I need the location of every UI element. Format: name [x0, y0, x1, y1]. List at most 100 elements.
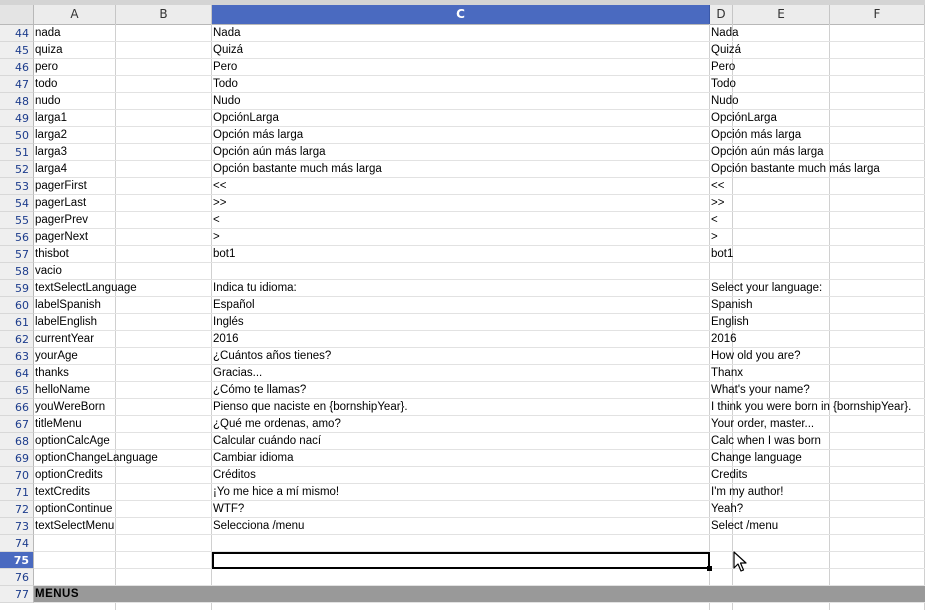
cell-d[interactable]: Opción aún más larga [711, 144, 925, 160]
column-header-a[interactable]: A [34, 5, 116, 24]
row-header[interactable]: 51 [0, 144, 34, 161]
cell-c[interactable]: Indica tu idioma: [213, 280, 707, 296]
cell-c[interactable]: >> [213, 195, 707, 211]
cell-c[interactable]: Todo [213, 76, 707, 92]
row-header[interactable]: 62 [0, 331, 34, 348]
row-header[interactable]: 68 [0, 433, 34, 450]
fill-handle[interactable] [707, 566, 712, 571]
row-header[interactable]: 59 [0, 280, 34, 297]
cell-d[interactable]: Your order, master... [711, 416, 925, 432]
cell-d[interactable]: Todo [711, 76, 925, 92]
row-header[interactable]: 72 [0, 501, 34, 518]
cell-c[interactable]: Créditos [213, 467, 707, 483]
cell-c[interactable]: ¿Cómo te llamas? [213, 382, 707, 398]
cell-d[interactable]: OpciónLarga [711, 110, 925, 126]
row-header[interactable]: 66 [0, 399, 34, 416]
cell-d[interactable]: < [711, 212, 925, 228]
row-header[interactable]: 74 [0, 535, 34, 552]
row-header[interactable]: 76 [0, 569, 34, 586]
column-header-b[interactable]: B [116, 5, 212, 24]
cell-d[interactable] [711, 586, 925, 602]
cell-c[interactable]: Nudo [213, 93, 707, 109]
row-header[interactable]: 69 [0, 450, 34, 467]
cell-c[interactable]: Inglés [213, 314, 707, 330]
row-header[interactable]: 48 [0, 93, 34, 110]
cell-d[interactable]: Quizá [711, 42, 925, 58]
cell-c[interactable]: Opción bastante much más larga [213, 161, 707, 177]
row-header[interactable]: 71 [0, 484, 34, 501]
select-all-corner[interactable] [0, 5, 34, 25]
row-header[interactable]: 67 [0, 416, 34, 433]
row-header[interactable]: 54 [0, 195, 34, 212]
cell-d[interactable]: Change language [711, 450, 925, 466]
row-header[interactable]: 45 [0, 42, 34, 59]
row-header[interactable]: 49 [0, 110, 34, 127]
cell-c[interactable]: > [213, 229, 707, 245]
cell-c[interactable]: Español [213, 297, 707, 313]
cell-c[interactable]: 2016 [213, 331, 707, 347]
cell-d[interactable]: Select /menu [711, 518, 925, 534]
cell-d[interactable]: Nudo [711, 93, 925, 109]
cell-d[interactable]: Pero [711, 59, 925, 75]
column-header-c[interactable]: C [212, 5, 710, 24]
row-header[interactable]: 58 [0, 263, 34, 280]
cell-c[interactable]: WTF? [213, 501, 707, 517]
row-header[interactable]: 65 [0, 382, 34, 399]
cell-d[interactable]: Opción bastante much más larga [711, 161, 925, 177]
row-header[interactable]: 46 [0, 59, 34, 76]
row-header[interactable]: 53 [0, 178, 34, 195]
cell-c[interactable]: Cambiar idioma [213, 450, 707, 466]
cell-c[interactable]: Opción más larga [213, 127, 707, 143]
cell-d[interactable]: English [711, 314, 925, 330]
cell-d[interactable]: << [711, 178, 925, 194]
row-header[interactable]: 55 [0, 212, 34, 229]
cell-d[interactable]: Spanish [711, 297, 925, 313]
row-header[interactable]: 50 [0, 127, 34, 144]
cell-d[interactable] [711, 535, 925, 551]
cell-c[interactable]: Opción aún más larga [213, 144, 707, 160]
cell-d[interactable]: Select your language: [711, 280, 925, 296]
cell-c[interactable]: ¿Cuántos años tienes? [213, 348, 707, 364]
row-header[interactable]: 64 [0, 365, 34, 382]
cell-d[interactable]: Thanx [711, 365, 925, 381]
cell-c[interactable]: Nada [213, 25, 707, 41]
column-header-d[interactable]: D [710, 5, 733, 24]
cell-d[interactable]: Nada [711, 25, 925, 41]
column-header-e[interactable]: E [733, 5, 830, 24]
cell-c[interactable]: Gracias... [213, 365, 707, 381]
column-header-f[interactable]: F [830, 5, 925, 24]
cell-d[interactable]: Credits [711, 467, 925, 483]
row-header[interactable]: 56 [0, 229, 34, 246]
cell-d[interactable]: Opción más larga [711, 127, 925, 143]
cell-c[interactable]: Pero [213, 59, 707, 75]
row-header[interactable]: 73 [0, 518, 34, 535]
cell-c[interactable] [213, 586, 707, 602]
cell-c[interactable]: Selecciona /menu [213, 518, 707, 534]
cell-d[interactable]: >> [711, 195, 925, 211]
cell-c[interactable]: ¿Qué me ordenas, amo? [213, 416, 707, 432]
cell-d[interactable] [711, 263, 925, 279]
cell-c[interactable]: Pienso que naciste en {bornshipYear}. [213, 399, 707, 415]
cell-d[interactable]: What's your name? [711, 382, 925, 398]
cell-c[interactable]: OpciónLarga [213, 110, 707, 126]
row-header[interactable]: 44 [0, 25, 34, 42]
row-header[interactable]: 75 [0, 552, 34, 569]
cell-c[interactable]: < [213, 212, 707, 228]
row-header[interactable]: 63 [0, 348, 34, 365]
cell-c[interactable]: ¡Yo me hice a mí mismo! [213, 484, 707, 500]
row-header[interactable]: 47 [0, 76, 34, 93]
cell-d[interactable]: I'm my author! [711, 484, 925, 500]
cell-c[interactable]: bot1 [213, 246, 707, 262]
cell-d[interactable]: > [711, 229, 925, 245]
cell-d[interactable]: bot1 [711, 246, 925, 262]
cell-d[interactable]: 2016 [711, 331, 925, 347]
active-cell-C75[interactable] [212, 552, 710, 569]
cell-c[interactable] [213, 535, 707, 551]
cell-c[interactable]: Quizá [213, 42, 707, 58]
cell-d[interactable]: I think you were born in {bornshipYear}. [711, 399, 925, 415]
row-header[interactable]: 61 [0, 314, 34, 331]
cell-c[interactable]: Calcular cuándo nací [213, 433, 707, 449]
cell-c[interactable] [213, 263, 707, 279]
cell-d[interactable]: Yeah? [711, 501, 925, 517]
row-header[interactable]: 52 [0, 161, 34, 178]
